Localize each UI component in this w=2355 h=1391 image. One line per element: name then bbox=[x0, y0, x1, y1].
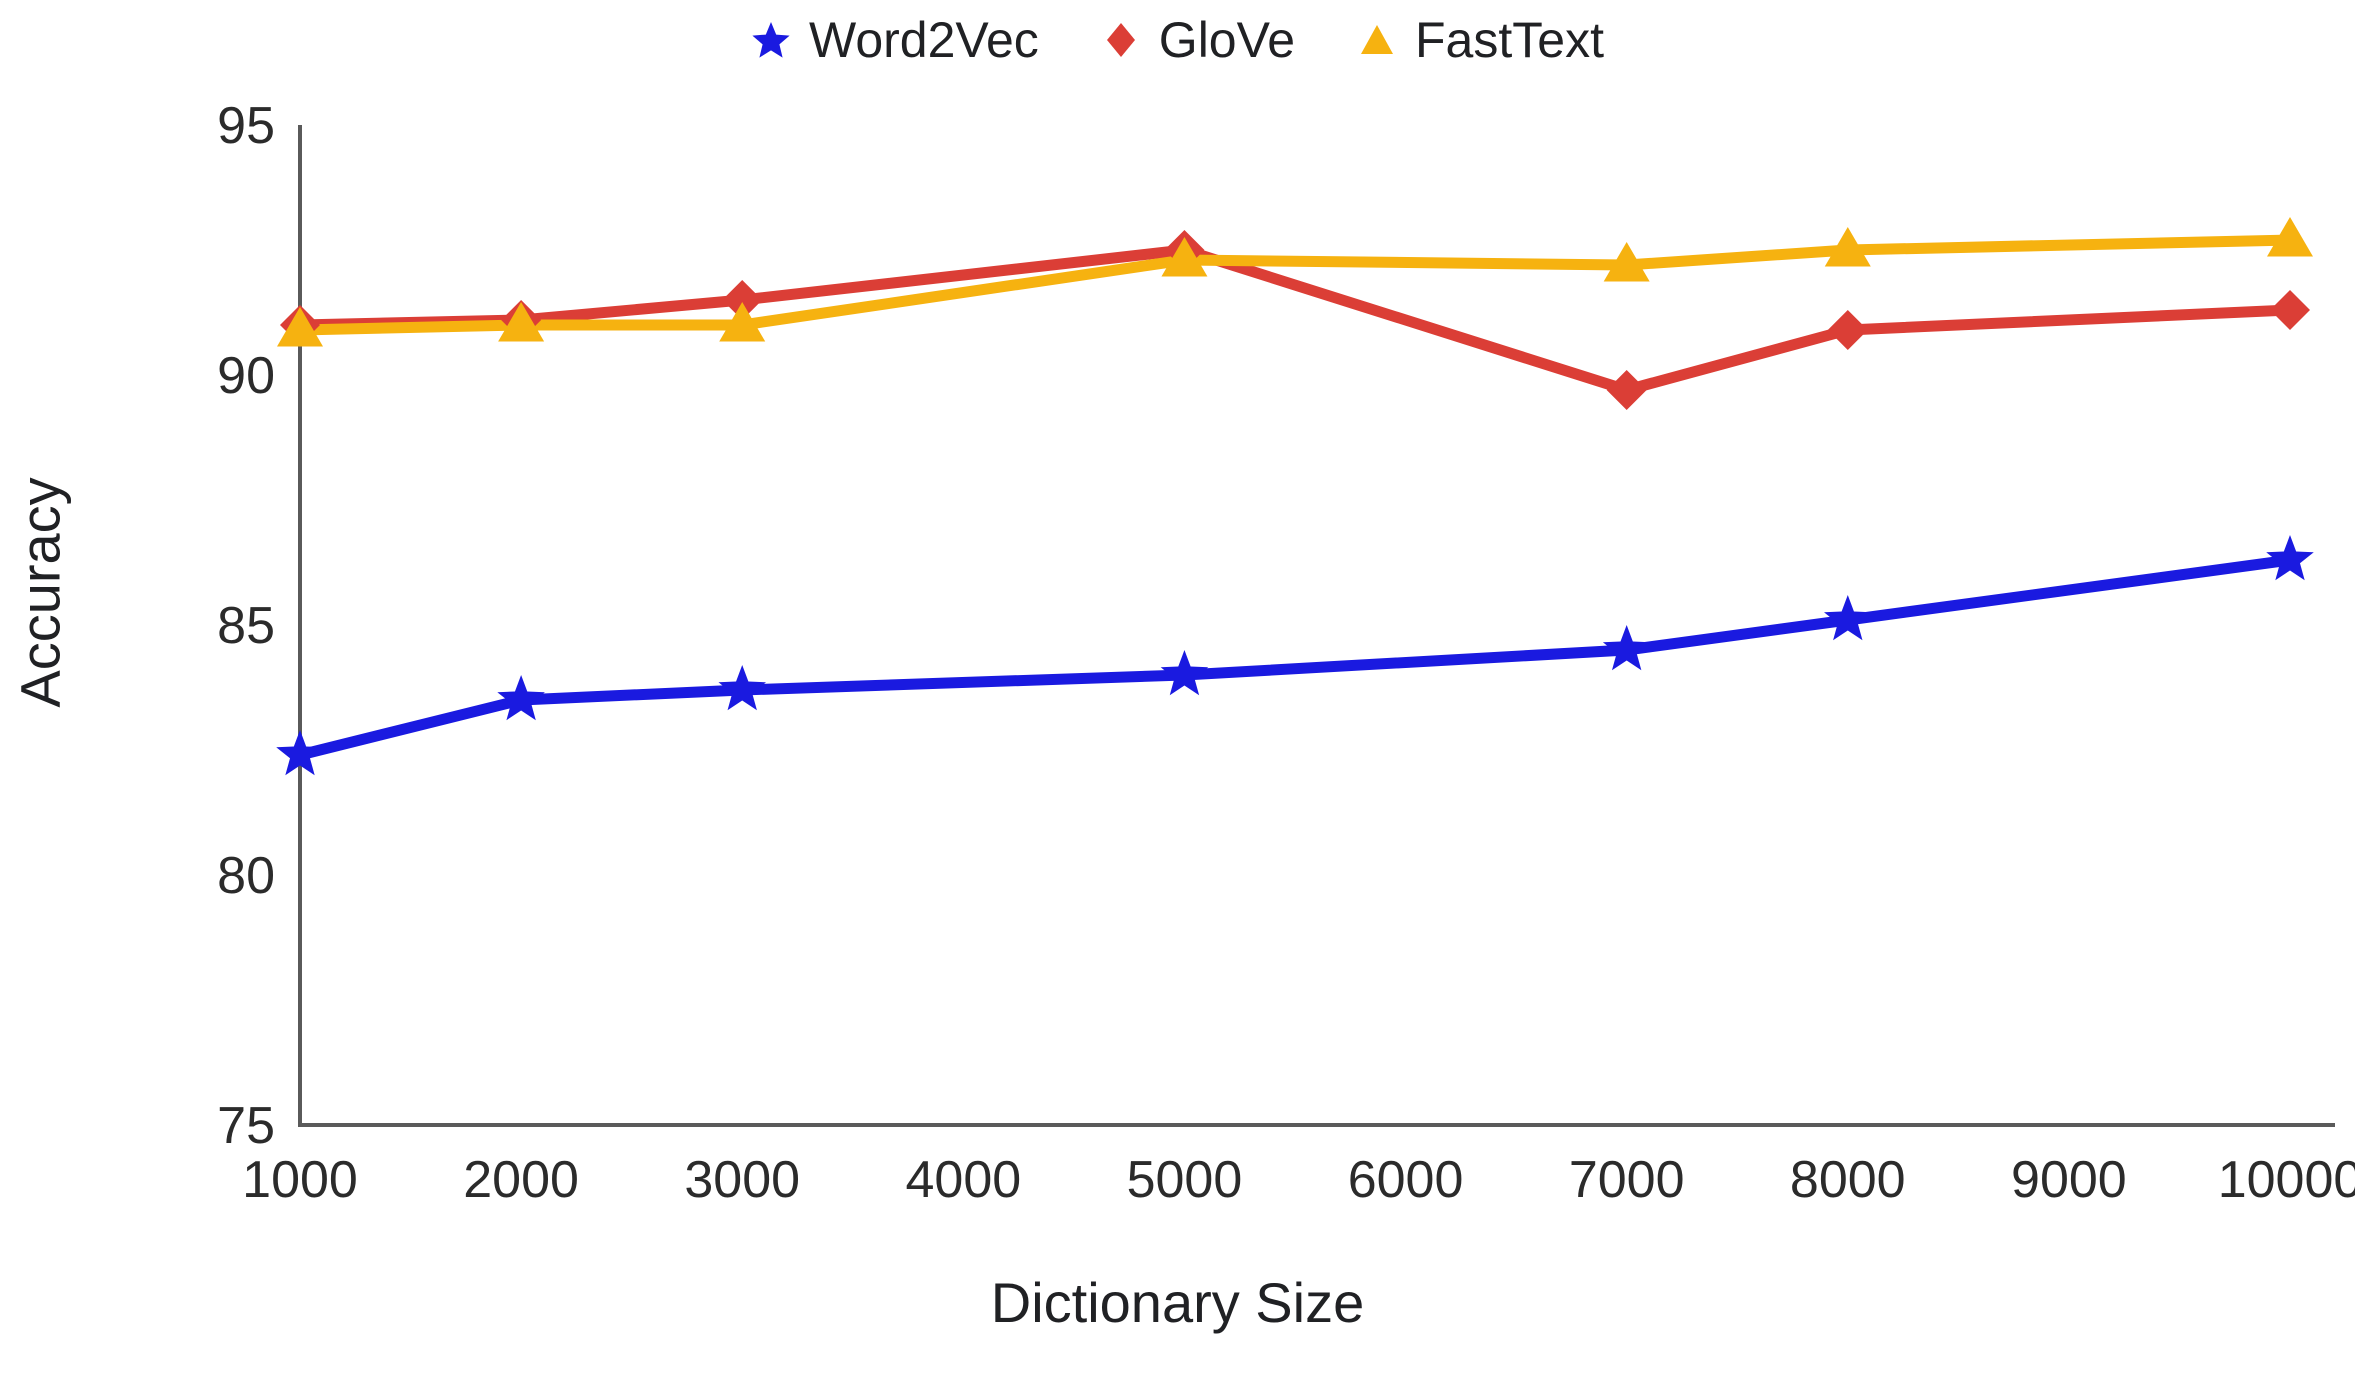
plot-area: 95 90 85 80 75 1000 2000 3000 4000 5000 6000 7000 8… bbox=[0, 80, 2355, 1260]
legend-item-word2vec[interactable]: Word2Vec bbox=[751, 11, 1039, 69]
y-tick-label: 90 bbox=[217, 347, 275, 405]
y-tick-label: 85 bbox=[217, 597, 275, 655]
data-point-marker[interactable] bbox=[1827, 310, 1868, 350]
legend-item-glove[interactable]: GloVe bbox=[1101, 11, 1295, 69]
x-tick-label: 9000 bbox=[2011, 1151, 2127, 1209]
x-tick-label: 8000 bbox=[1790, 1151, 1906, 1209]
diamond-marker-icon bbox=[1106, 23, 1135, 57]
series-lines-group bbox=[294, 234, 2296, 761]
y-tick-label: 75 bbox=[217, 1097, 275, 1155]
x-axis-tick-labels: 1000 2000 3000 4000 5000 6000 7000 8000 9000 1000… bbox=[242, 1151, 2355, 1209]
chart-legend: Word2Vec GloVe FastText bbox=[0, 0, 2355, 80]
legend-label-word2vec: Word2Vec bbox=[809, 12, 1039, 68]
legend-label-glove: GloVe bbox=[1158, 12, 1296, 68]
y-axis-tick-labels: 95 90 85 80 75 bbox=[217, 97, 275, 1155]
triangle-marker-icon bbox=[1361, 25, 1394, 54]
data-point-marker[interactable] bbox=[1606, 370, 1647, 410]
data-point-marker[interactable] bbox=[2266, 535, 2314, 581]
chart-figure: Word2Vec GloVe FastText 95 90 85 80 75 1000 2… bbox=[0, 0, 2355, 1391]
data-point-marker[interactable] bbox=[2270, 290, 2310, 330]
x-tick-label: 2000 bbox=[463, 1151, 579, 1209]
series-line-word2vec bbox=[294, 554, 2296, 761]
y-tick-label: 95 bbox=[217, 97, 275, 155]
x-tick-label: 3000 bbox=[684, 1151, 800, 1209]
x-tick-label: 10000 bbox=[2218, 1151, 2355, 1209]
x-tick-label: 6000 bbox=[1348, 1151, 1464, 1209]
x-tick-label: 7000 bbox=[1569, 1151, 1685, 1209]
x-axis-title: Dictionary Size bbox=[990, 1271, 1365, 1334]
data-point-marker[interactable] bbox=[1160, 650, 1209, 696]
chart-canvas: 95 90 85 80 75 1000 2000 3000 4000 5000 6000 7000 8… bbox=[217, 97, 2355, 1209]
star-marker-icon bbox=[752, 22, 790, 58]
axis-lines bbox=[298, 125, 2335, 1127]
series-markers-group bbox=[276, 217, 2314, 776]
y-tick-label: 80 bbox=[217, 847, 275, 905]
x-tick-label: 4000 bbox=[905, 1151, 1021, 1209]
data-point-marker[interactable] bbox=[1602, 625, 1651, 671]
x-tick-label: 5000 bbox=[1127, 1151, 1243, 1209]
data-point-marker[interactable] bbox=[1824, 595, 1872, 641]
legend-label-fasttext: FastText bbox=[1415, 12, 1604, 68]
y-axis-title: Accuracy bbox=[8, 477, 72, 708]
x-tick-label: 1000 bbox=[242, 1151, 358, 1209]
data-point-marker[interactable] bbox=[718, 665, 766, 711]
legend-item-fasttext[interactable]: FastText bbox=[1357, 11, 1604, 69]
data-point-marker[interactable] bbox=[497, 675, 545, 721]
